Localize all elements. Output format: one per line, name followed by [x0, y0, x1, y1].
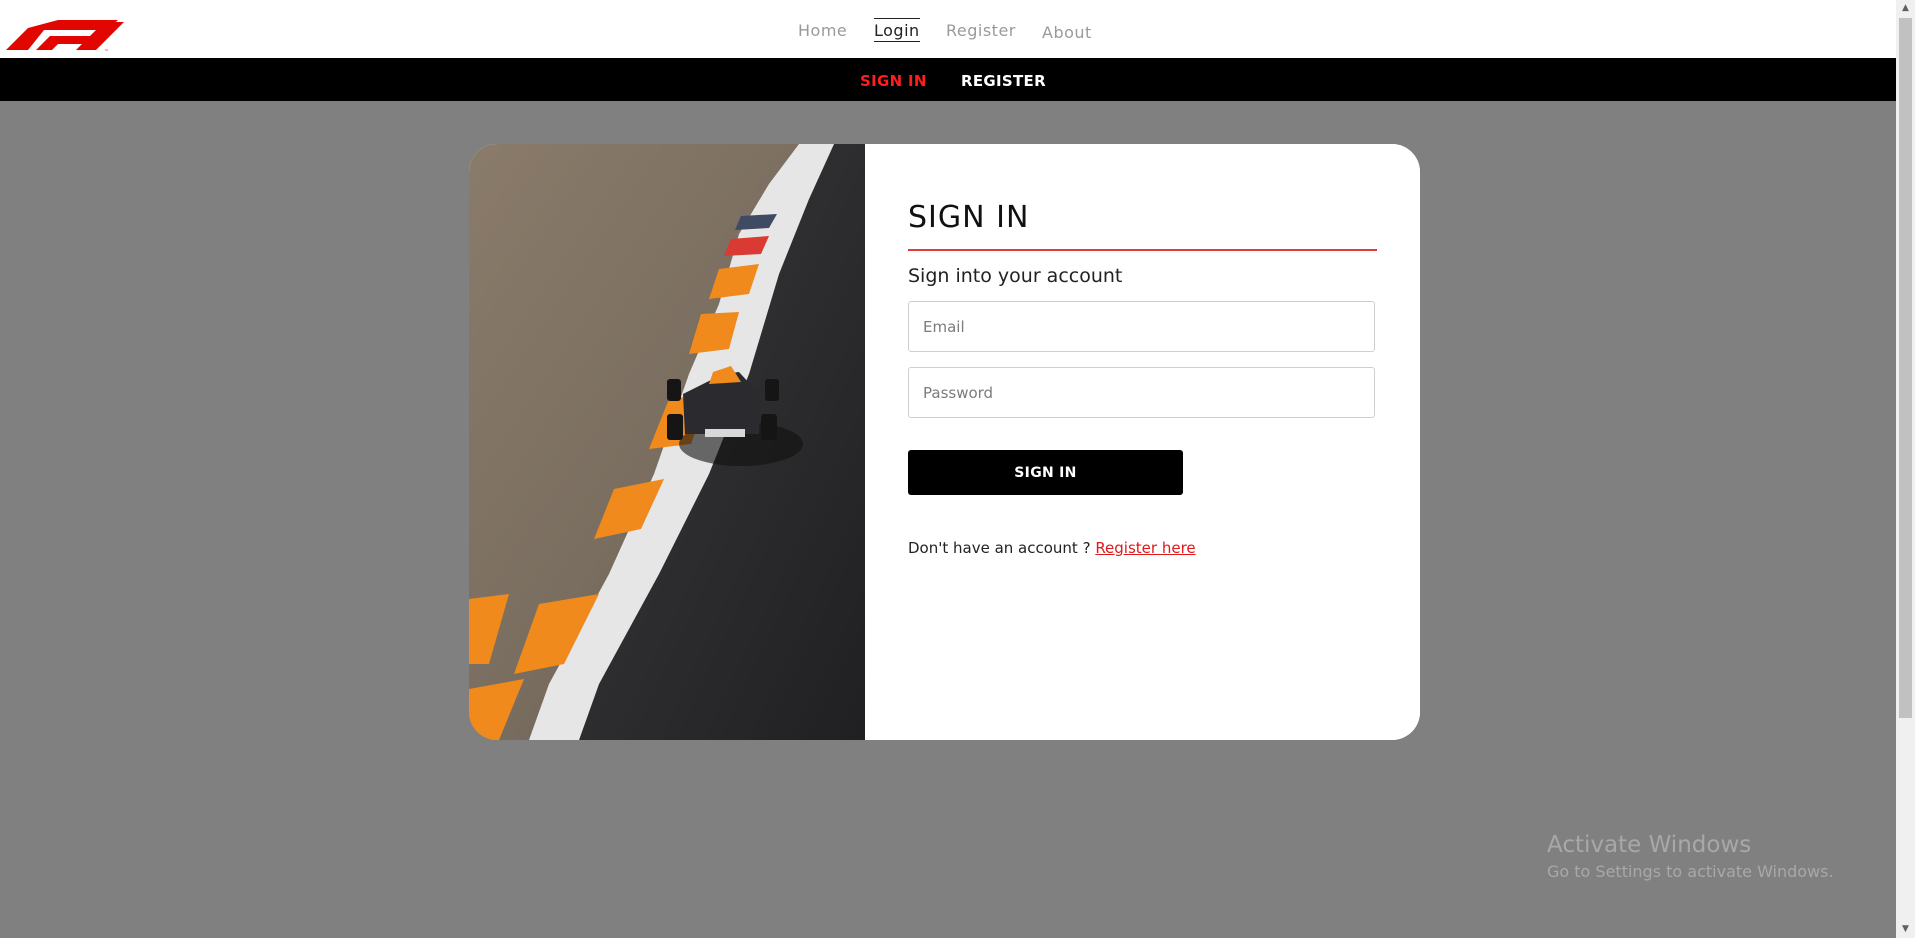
main-nav: Home Login Register About [0, 0, 1896, 58]
title-divider [908, 249, 1377, 251]
race-car-photo [469, 144, 865, 740]
windows-activation-watermark: Activate Windows Go to Settings to activ… [1547, 832, 1834, 881]
nav-login-link[interactable]: Login [874, 18, 920, 42]
signin-button[interactable]: SIGN IN [908, 450, 1183, 495]
sub-navbar: SIGN IN REGISTER [0, 58, 1896, 101]
top-navbar: ™ Home Login Register About [0, 0, 1896, 58]
nav-register-link[interactable]: Register [946, 21, 1016, 40]
nav-about-link[interactable]: About [1042, 23, 1092, 42]
register-prompt-text: Don't have an account ? [908, 539, 1096, 557]
subnav-register-link[interactable]: REGISTER [961, 72, 1046, 90]
watermark-title: Activate Windows [1547, 832, 1752, 858]
nav-home-link[interactable]: Home [798, 21, 847, 40]
subnav-signin-link[interactable]: SIGN IN [860, 72, 927, 90]
scrollbar-thumb[interactable] [1899, 18, 1912, 718]
register-prompt: Don't have an account ? Register here [908, 539, 1196, 557]
register-here-link[interactable]: Register here [1095, 539, 1195, 557]
scroll-up-arrow-icon[interactable]: ▲ [1896, 0, 1915, 17]
email-input[interactable] [908, 301, 1375, 352]
signin-form: SIGN IN Sign into your account SIGN IN D… [865, 144, 1420, 740]
watermark-subtitle: Go to Settings to activate Windows. [1547, 862, 1834, 881]
signin-card: SIGN IN Sign into your account SIGN IN D… [469, 144, 1420, 740]
scroll-down-arrow-icon[interactable]: ▼ [1896, 921, 1915, 938]
password-input[interactable] [908, 367, 1375, 418]
vertical-scrollbar[interactable]: ▲ ▼ [1896, 0, 1915, 938]
form-title: SIGN IN [908, 200, 1030, 235]
form-subtitle: Sign into your account [908, 265, 1123, 287]
